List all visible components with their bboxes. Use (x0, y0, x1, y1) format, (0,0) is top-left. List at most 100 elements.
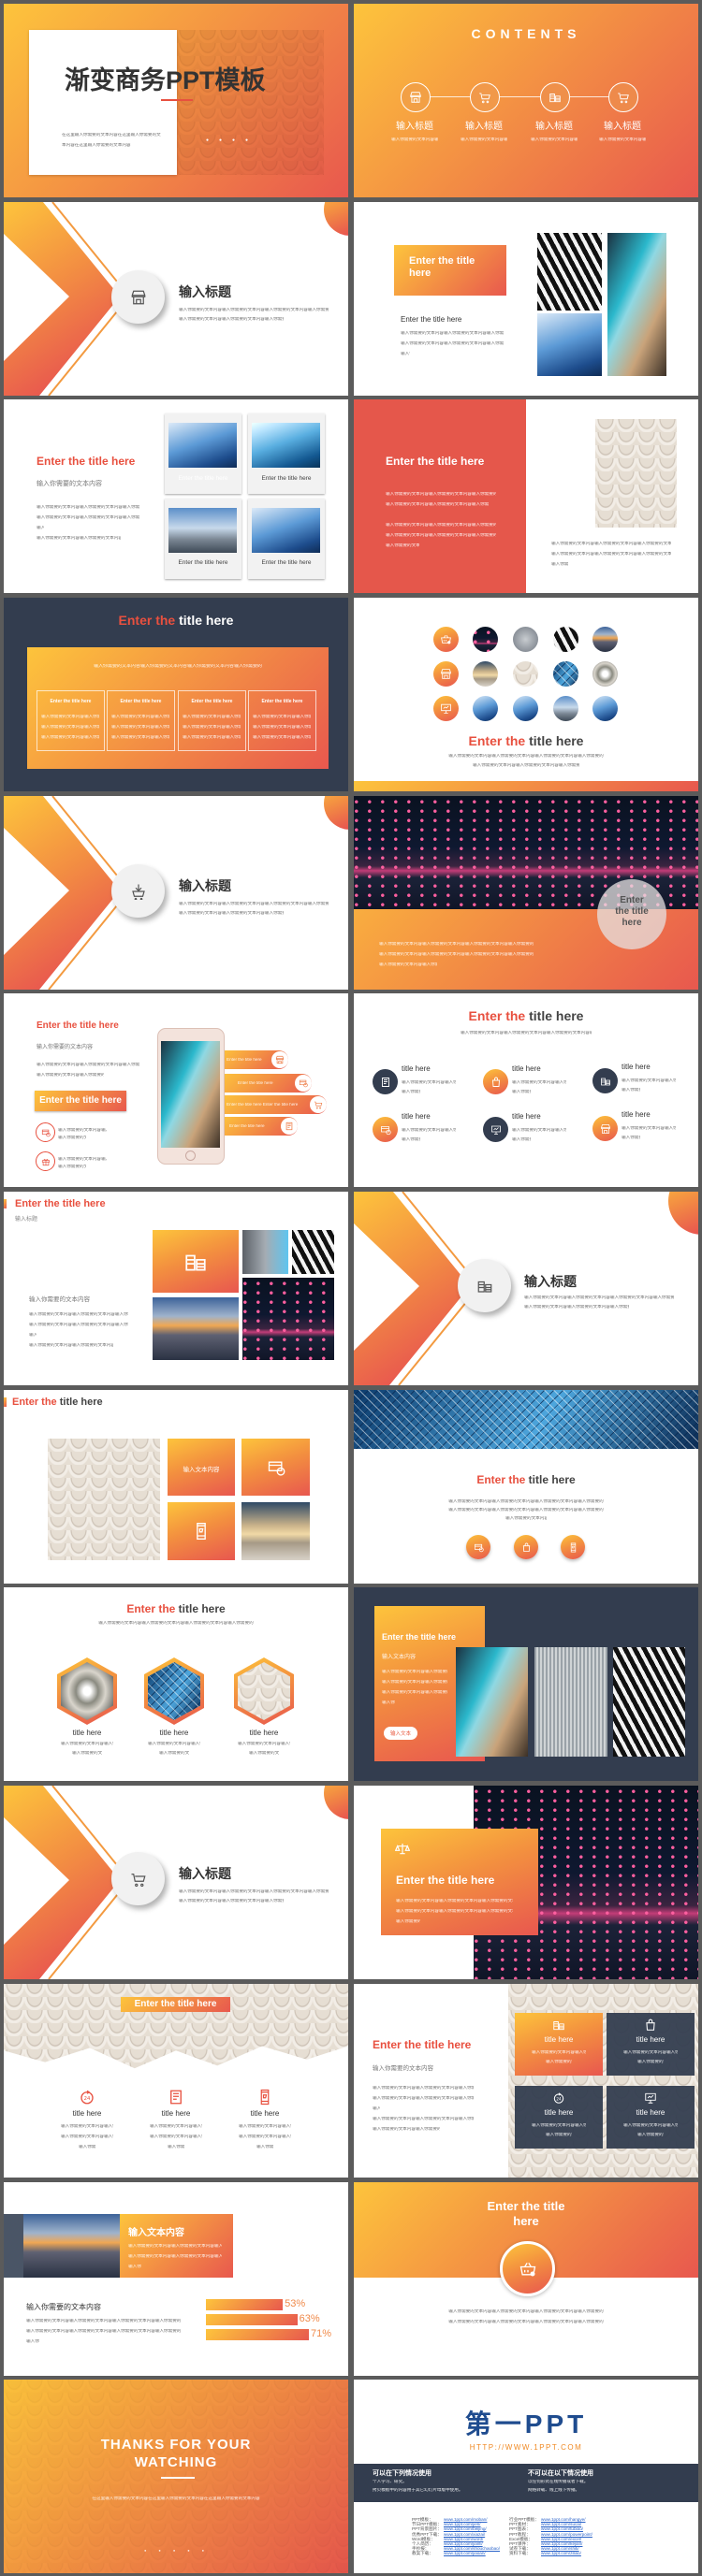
slide-title: Enter the title here (37, 455, 136, 468)
slide-dark-four-boxes[interactable]: Enter the title here 输入你需要的文本内容输入你需要的文本内… (4, 598, 348, 791)
slide-tiles[interactable]: Enter the title here 输入文本内容 (4, 1390, 348, 1584)
feature-title: title here (402, 1064, 431, 1073)
info-box-title: Enter the title here (120, 699, 162, 704)
feature-title: title here (402, 1112, 431, 1121)
slide-title: Enter the title here (12, 1397, 103, 1408)
info-box-text: 输入你需要的文本内容输入你需要的文本内容输入你需要的文本内容输入你需要的 (183, 715, 241, 718)
body-text: 输入你需要的文本内容输入你需要的文本内容输入你需要的文本内容输入你需要的 (386, 502, 489, 506)
card-4-label: Enter the title here (261, 559, 312, 566)
section-desc: 输入你需要的文本内容输入你需要的文本内容输入你需要的文本内容输入你需要的 (179, 911, 284, 915)
coins-icon (552, 2019, 565, 2032)
tile-label: 输入文本内容 (183, 1467, 220, 1473)
contents-item-4[interactable]: 输入标题 (594, 118, 651, 132)
title-accent: Enter the (118, 613, 176, 628)
bag-icon (483, 1069, 508, 1094)
info-box-title: Enter the title here (261, 699, 303, 704)
body-text: 输入你需要的文本内容输入你需要的文本内容输入你需要的文本内容输入你需要的 (551, 562, 568, 566)
slide-title: Enter the title here (354, 2199, 698, 2229)
photo-glass-building (537, 313, 602, 376)
body-text: 输入你需要的文本内容输入你需要的文本内容输入你需要的文本内容输入你需要的 (373, 2127, 440, 2131)
panel-text: 输入你需要的文本内容输入你需要的文本内容输入你需要的文本内容输入你需要的 (93, 664, 262, 669)
slide-circle-grid[interactable]: Enter the title here 输入你需要的文本内容输入你需要的文本内… (354, 598, 698, 791)
photo-circle (513, 661, 538, 687)
cover-white-card (29, 30, 177, 175)
body-text: 输入你需要的文本内容输入你需要的文本内容输入你需要的文本内容输入你需要的 (379, 942, 534, 946)
body-text: 输入你需要的文本内容输入你需要的文本内容输入你需要的文本内容输入你需要的 (29, 1312, 128, 1316)
body-text: 输入你需要的文本内容输入你需要的文本内容输入你需要的文本内容输入你需要的 (238, 1742, 290, 1745)
slide-cards[interactable]: Enter the title here 输入你需要的文本内容 输入你需要的文本… (4, 399, 348, 593)
slide-thanks[interactable]: THANKS FOR YOUR WATCHING 在这里输入你需要的文本内容在这里… (4, 2380, 348, 2573)
slide-brand-info[interactable]: 第一PPT HTTP://WWW.1PPT.COM 可以在下列情况使用 个人学习… (354, 2380, 698, 2573)
slide-section-3[interactable]: 输入标题 输入你需要的文本内容输入你需要的文本内容输入你需要的文本内容输入你需要… (354, 1192, 698, 1385)
link-url[interactable]: www.1ppt.com/jiaoan/ (444, 2551, 486, 2555)
contents-desc: 输入你需要的文本内容输入你 (391, 137, 438, 141)
coins-icon (592, 1068, 618, 1093)
money-icon (466, 1535, 490, 1559)
slide-hexagons[interactable]: Enter the title here 输入你需要的文本内容输入你需要的文本内… (4, 1587, 348, 1781)
slide-section-4[interactable]: 输入标题 输入你需要的文本内容输入你需要的文本内容输入你需要的文本内容输入你需要… (4, 1786, 348, 1979)
link-row: 教案下载： www.1ppt.com/jiaoan/ (412, 2551, 505, 2555)
slide-section-2[interactable]: 输入标题 输入你需要的文本内容输入你需要的文本内容输入你需要的文本内容输入你需要… (4, 796, 348, 990)
slide-progress[interactable]: 输入文本内容 输入你需要的文本内容输入你需要的文本内容输入你需要的文本内容输入你… (4, 2182, 348, 2376)
progress-label: 71% (311, 2328, 332, 2339)
body-text: 输入你需要的文本内容输入你需要的文本内容输入你需要的文本内容输入你需要的 (79, 2145, 95, 2149)
body-text: 输入你需要的文本内容输入你需要的文本内容输入你需要的文本内容输入你需要的 (58, 1165, 86, 1168)
chevron-decoration (4, 202, 348, 396)
slide-night-card[interactable]: Enter the title here 输入你需要的文本内容输入你需要的文本内… (354, 1786, 698, 1979)
photo-night-city (242, 1278, 334, 1360)
forbidden-title: 不可以在以下情况使用 (528, 2470, 593, 2477)
contents-item-1[interactable]: 输入标题 (387, 118, 443, 132)
slide-three-icons[interactable]: Enter the title here title here title he… (4, 1984, 348, 2178)
presentation-board-icon (644, 2091, 657, 2105)
brand-url[interactable]: HTTP://WWW.1PPT.COM (354, 2443, 698, 2452)
contents-item-2[interactable]: 输入标题 (456, 118, 512, 132)
slide-title: Enter the title here (354, 1473, 698, 1486)
body-text: 输入你需要的文本内容输入你需要的文本内容输入你需要的文本内容输入你需要的 (37, 505, 139, 509)
link-url[interactable]: www.1ppt.com/ziliao/ (541, 2551, 581, 2555)
clock-24-icon (552, 2091, 565, 2105)
slide-basket-feature[interactable]: Enter the title here 输入你需要的文本内容输入你需要的文本内容… (354, 2182, 698, 2376)
slide-title-gallery[interactable]: Enter the title here Enter the title here… (354, 202, 698, 396)
pill-label-2: Enter the title here (238, 1081, 273, 1085)
slide-section-1[interactable]: 输入标题 输入你需要的文本内容输入你需要的文本内容输入你需要的文本内容输入你需要… (4, 202, 348, 396)
body-text: 输入你需要的文本内容输入你需要的文本内容输入你需要的文本内容输入你需要的 (401, 341, 504, 345)
info-box-text: 输入你需要的文本内容输入你需要的文本内容输入你需要的文本内容输入你需要的 (183, 735, 241, 739)
photo-stripes (613, 1647, 685, 1757)
body-text: 输入你需要的文本内容输入你需要的文本内容输入你需要的文本内容输入你需要的 (373, 2086, 474, 2090)
slide-phone[interactable]: Enter the title here 输入你需要的文本内容 输入你需要的文本… (4, 993, 348, 1187)
thanks-line-2: WATCHING (134, 2454, 218, 2470)
basket-add-icon (500, 2241, 555, 2296)
card-check-icon (241, 1439, 310, 1496)
section-title: 输入标题 (524, 1274, 577, 1289)
slide-glass-banner[interactable]: Enter the title here 输入你需要的文本内容输入你需要的文本内… (354, 1390, 698, 1584)
body-text: 输入你需要的文本内容输入你需要的文本内容输入你需要的文本内容输入你需要的 (386, 533, 496, 537)
slide-night-banner[interactable]: Enter the title here 输入你需要的文本内容输入你需要的文本内容输… (354, 796, 698, 990)
coins-icon (540, 82, 570, 112)
title-line-1: Enter the title (487, 2199, 565, 2213)
info-box-text: 输入你需要的文本内容输入你需要的文本内容输入你需要的文本内容输入你需要的 (183, 725, 241, 729)
body-text: 输入你需要的文本内容输入你需要的文本内容输入你需要的文本内容输入你需要的 (402, 1128, 456, 1132)
body-text: 输入你需要的文本内容输入你需要的文本内容输入你需要的文本内容输入你需要的 (448, 2309, 604, 2313)
thanks-divider (161, 2477, 195, 2479)
slide-photo-collage[interactable]: Enter the title here 输入标题 输入你需要的文本内容 输入你… (4, 1192, 348, 1385)
info-box-text: 输入你需要的文本内容输入你需要的文本内容输入你需要的文本内容输入你需要的 (253, 725, 311, 729)
slide-contents[interactable]: CONTENTS 输入标题 输入标题 输入标题 输入标题 输入你需要的文本内容输… (354, 4, 698, 197)
photo-sunset-city (23, 2214, 121, 2278)
contents-item-3[interactable]: 输入标题 (526, 118, 582, 132)
slide-red-split[interactable]: Enter the title here 输入你需要的文本内容输入你需要的文本内… (354, 399, 698, 593)
info-box-text: 输入你需要的文本内容输入你需要的文本内容输入你需要的文本内容输入你需要的 (111, 725, 169, 729)
link-label: 资料下载： (509, 2551, 531, 2556)
body-text: 输入你需要的文本内容输入你需要的文本内容输入你需要的文本内容输入你需要的 (128, 2254, 222, 2258)
thanks-title: THANKS FOR YOUR WATCHING (4, 2436, 348, 2471)
slide-cover[interactable]: 渐变商务PPT模板 在这里输入你需要的文本内容在这里输入你需要的文 本内容在这里… (4, 4, 348, 197)
slide-dark-gallery[interactable]: Enter the title here 输入文本内容 输入你需要的文本内容输入… (354, 1587, 698, 1781)
cart-icon (310, 1096, 327, 1113)
coins-icon (458, 1259, 511, 1312)
link-label: 教案下载： (412, 2551, 433, 2556)
photo-circle (592, 627, 618, 652)
slide-six-features[interactable]: Enter the title here 输入你需要的文本内容输入你需要的文本内… (354, 993, 698, 1187)
photo-sunset-city (153, 1297, 239, 1360)
body-text: 输入你需要的文本内容输入你需要的文本内容输入你需要的文本内容输入你需要的 (98, 1621, 254, 1625)
slide-four-tiles[interactable]: Enter the title here 输入你需要的文本内容 输入你需要的文本… (354, 1984, 698, 2178)
photo-circle (513, 627, 538, 652)
